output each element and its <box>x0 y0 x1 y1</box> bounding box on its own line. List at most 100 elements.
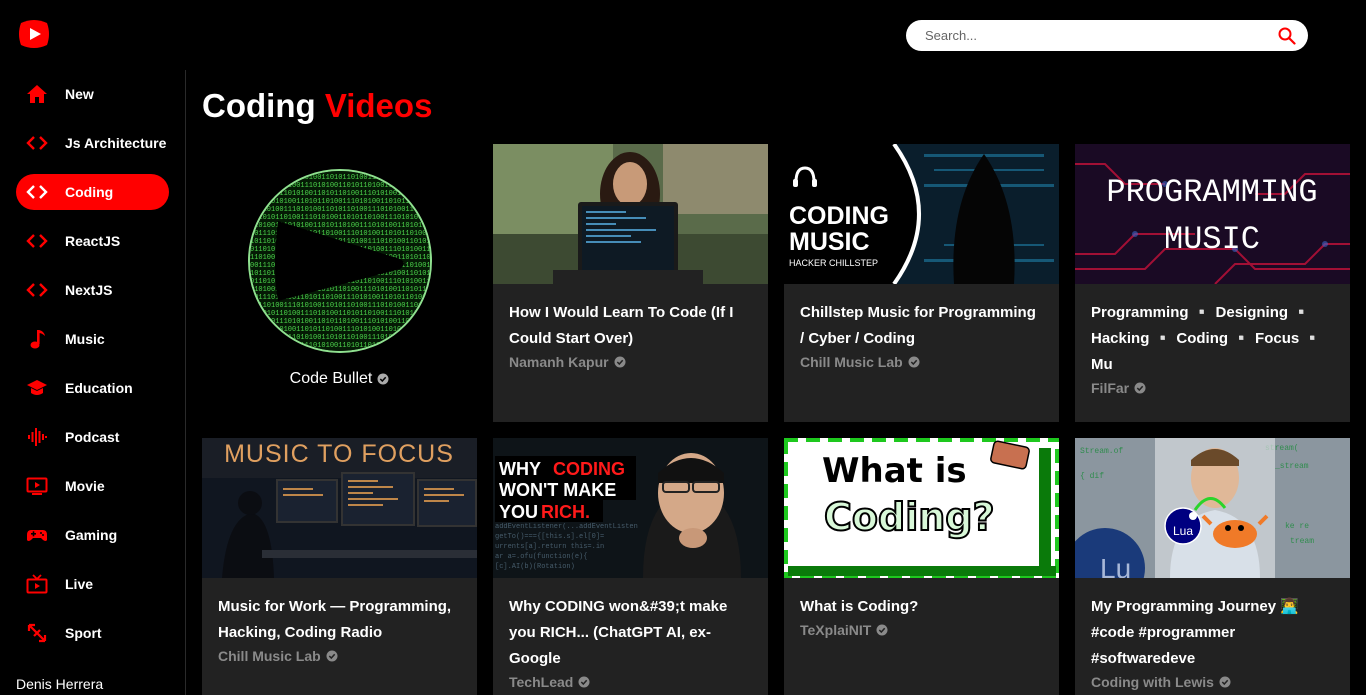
thumb-text: CODING <box>789 202 889 230</box>
sidebar-item-sport[interactable]: Sport <box>16 615 169 651</box>
video-card[interactable]: How I Would Learn To Code (If I Could St… <box>493 144 768 422</box>
video-channel-row: Coding with Lewis <box>1091 674 1334 690</box>
thumb-text: What is <box>822 451 967 491</box>
live-tv-icon <box>26 573 48 595</box>
svg-text:ke re: ke re <box>1285 522 1309 531</box>
video-title[interactable]: Why CODING won&#39;t make you RICH... (C… <box>509 594 752 672</box>
graduation-cap-icon <box>26 377 48 399</box>
user-name: Denis Herrera <box>16 676 104 692</box>
video-info: My Programming Journey 👨‍💻 #code #progra… <box>1075 578 1350 690</box>
sidebar-item-label: Sport <box>65 625 102 641</box>
video-thumbnail[interactable]: addEventListener(...addEventListen getTo… <box>493 438 768 578</box>
music-note-icon <box>26 328 48 350</box>
video-channel-name[interactable]: Chill Music Lab <box>800 354 903 370</box>
channel-avatar[interactable]: 1011010011101010011010110100111010100110… <box>247 169 432 353</box>
thumb-text: Lu <box>1100 553 1131 578</box>
sidebar-item-movie[interactable]: Movie <box>16 468 169 504</box>
code-icon <box>26 132 48 154</box>
video-info: Programming ▫️ Designing ▫️ Hacking ▫️ C… <box>1075 284 1350 396</box>
video-card[interactable]: What is Coding? What is Coding? TeXplaiN… <box>784 438 1059 695</box>
video-thumbnail[interactable] <box>493 144 768 284</box>
video-channel-name[interactable]: FilFar <box>1091 380 1129 396</box>
video-title[interactable]: My Programming Journey 👨‍💻 #code #progra… <box>1091 594 1334 672</box>
sidebar-item-music[interactable]: Music <box>16 321 169 357</box>
video-channel-row: Namanh Kapur <box>509 354 752 370</box>
video-card[interactable]: Stream.of stream(_stream { dif ke re tream … <box>1075 438 1350 695</box>
search-input[interactable] <box>925 28 1278 43</box>
video-channel-name[interactable]: TeXplaiNIT <box>800 622 871 638</box>
video-title[interactable]: Chillstep Music for Programming / Cyber … <box>800 300 1043 352</box>
sidebar-item-new[interactable]: New <box>16 76 169 112</box>
sidebar-item-label: Movie <box>65 478 105 494</box>
home-icon <box>26 83 48 105</box>
svg-text:getTo()==={[this.s].el[0]=: getTo()==={[this.s].el[0]= <box>495 533 604 541</box>
video-title[interactable]: Music for Work — Programming, Hacking, C… <box>218 594 461 646</box>
sidebar-item-nextjs[interactable]: NextJS <box>16 272 169 308</box>
thumb-text: RICH. <box>541 502 590 522</box>
svg-text:011010110100111010100110101101: 0110101101001110101001101011010011101010… <box>250 182 430 190</box>
sidebar-item-education[interactable]: Education <box>16 370 169 406</box>
svg-text:110100111010100110101101001110: 1101001110101001101011010011101010011010… <box>250 190 430 198</box>
svg-text:101101001110101001101011010011: 1011010011101010011010110100111010100110… <box>250 334 430 342</box>
podcast-waveform-icon <box>26 426 48 448</box>
video-card[interactable]: PROGRAMMING MUSIC Programming ▫️ Designi… <box>1075 144 1350 422</box>
svg-text:001110101001101011010011101010: 0011101010011010110100111010100110101101… <box>250 198 430 206</box>
thumb-text: Lua <box>1173 524 1193 538</box>
video-title[interactable]: Programming ▫️ Designing ▫️ Hacking ▫️ C… <box>1091 300 1334 378</box>
svg-text:011010110100111010100110101101: 0110101101001110101001101011010011101010… <box>250 342 430 350</box>
video-thumbnail[interactable]: What is Coding? <box>784 438 1059 578</box>
svg-text:101101001110101001101011010011: 1011010011101010011010110100111010100110… <box>250 302 430 310</box>
page-title-accent: Videos <box>324 87 433 124</box>
sidebar-item-reactjs[interactable]: ReactJS <box>16 223 169 259</box>
video-channel-name[interactable]: TechLead <box>509 674 573 690</box>
video-info: How I Would Learn To Code (If I Could St… <box>493 284 768 370</box>
svg-text:101101001110101001101011010011: 1011010011101010011010110100111010100110… <box>250 206 430 214</box>
video-card[interactable]: addEventListener(...addEventListen getTo… <box>493 438 768 695</box>
svg-text:[c].AI(b)(Rotation): [c].AI(b)(Rotation) <box>495 563 575 571</box>
sidebar-item-label: Live <box>65 576 94 592</box>
page-title: Coding Videos <box>202 87 432 125</box>
channel-card[interactable]: 1011010011101010011010110100111010100110… <box>202 144 477 422</box>
video-card[interactable]: MUSIC TO FOCUS Music for Work — Programm… <box>202 438 477 695</box>
sidebar-item-live[interactable]: Live <box>16 566 169 602</box>
video-card[interactable]: CODING MUSIC HACKER CHILLSTEP Chillstep … <box>784 144 1059 422</box>
video-title[interactable]: How I Would Learn To Code (If I Could St… <box>509 300 752 352</box>
svg-text:110100111010100110101101001110: 1101001110101001101011010011101010011010… <box>250 318 430 326</box>
video-channel-row: TechLead <box>509 674 752 690</box>
sidebar-item-coding[interactable]: Coding <box>16 174 169 210</box>
channel-name[interactable]: Code Bullet <box>290 370 373 388</box>
svg-text:Stream.of: Stream.of <box>1080 447 1123 456</box>
video-channel-name[interactable]: Chill Music Lab <box>218 648 321 664</box>
app-root: New Js Architecture Coding ReactJS NextJ… <box>0 0 1366 695</box>
thumb-text: CODING <box>553 459 625 479</box>
video-channel-row: FilFar <box>1091 380 1334 396</box>
sidebar-item-label: New <box>65 86 94 102</box>
sidebar-item-gaming[interactable]: Gaming <box>16 517 169 553</box>
svg-text:101101001110101001101011010011: 1011010011101010011010110100111010100110… <box>250 174 430 182</box>
thumb-text: WHY <box>499 459 541 479</box>
video-thumbnail[interactable]: PROGRAMMING MUSIC <box>1075 144 1350 284</box>
video-info: Why CODING won&#39;t make you RICH... (C… <box>493 578 768 690</box>
thumb-text: PROGRAMMING <box>1106 174 1317 211</box>
youtube-logo-icon[interactable] <box>17 17 51 51</box>
video-info: What is Coding? TeXplaiNIT <box>784 578 1059 638</box>
search-icon[interactable] <box>1278 27 1296 45</box>
video-thumbnail[interactable]: CODING MUSIC HACKER CHILLSTEP <box>784 144 1059 284</box>
svg-text:110100111010100110101101001110: 1101001110101001101011010011101010011010… <box>250 222 430 230</box>
video-channel-name[interactable]: Coding with Lewis <box>1091 674 1214 690</box>
verified-check-icon <box>614 356 626 368</box>
video-channel-name[interactable]: Namanh Kapur <box>509 354 609 370</box>
verified-check-icon <box>1134 382 1146 394</box>
video-info: Music for Work — Programming, Hacking, C… <box>202 578 477 664</box>
sidebar-item-label: Music <box>65 331 105 347</box>
sidebar-item-podcast[interactable]: Podcast <box>16 419 169 455</box>
video-title[interactable]: What is Coding? <box>800 594 1043 620</box>
video-channel-row: Chill Music Lab <box>800 354 1043 370</box>
svg-text:001110101001101011010011101010: 0011101010011010110100111010100110101101… <box>250 326 430 334</box>
sidebar-item-js-architecture[interactable]: Js Architecture <box>16 125 169 161</box>
sidebar-item-label: Podcast <box>65 429 120 445</box>
video-channel-row: Chill Music Lab <box>218 648 461 664</box>
video-thumbnail[interactable]: MUSIC TO FOCUS <box>202 438 477 578</box>
verified-check-icon <box>578 676 590 688</box>
video-thumbnail[interactable]: Stream.of stream(_stream { dif ke re tream … <box>1075 438 1350 578</box>
